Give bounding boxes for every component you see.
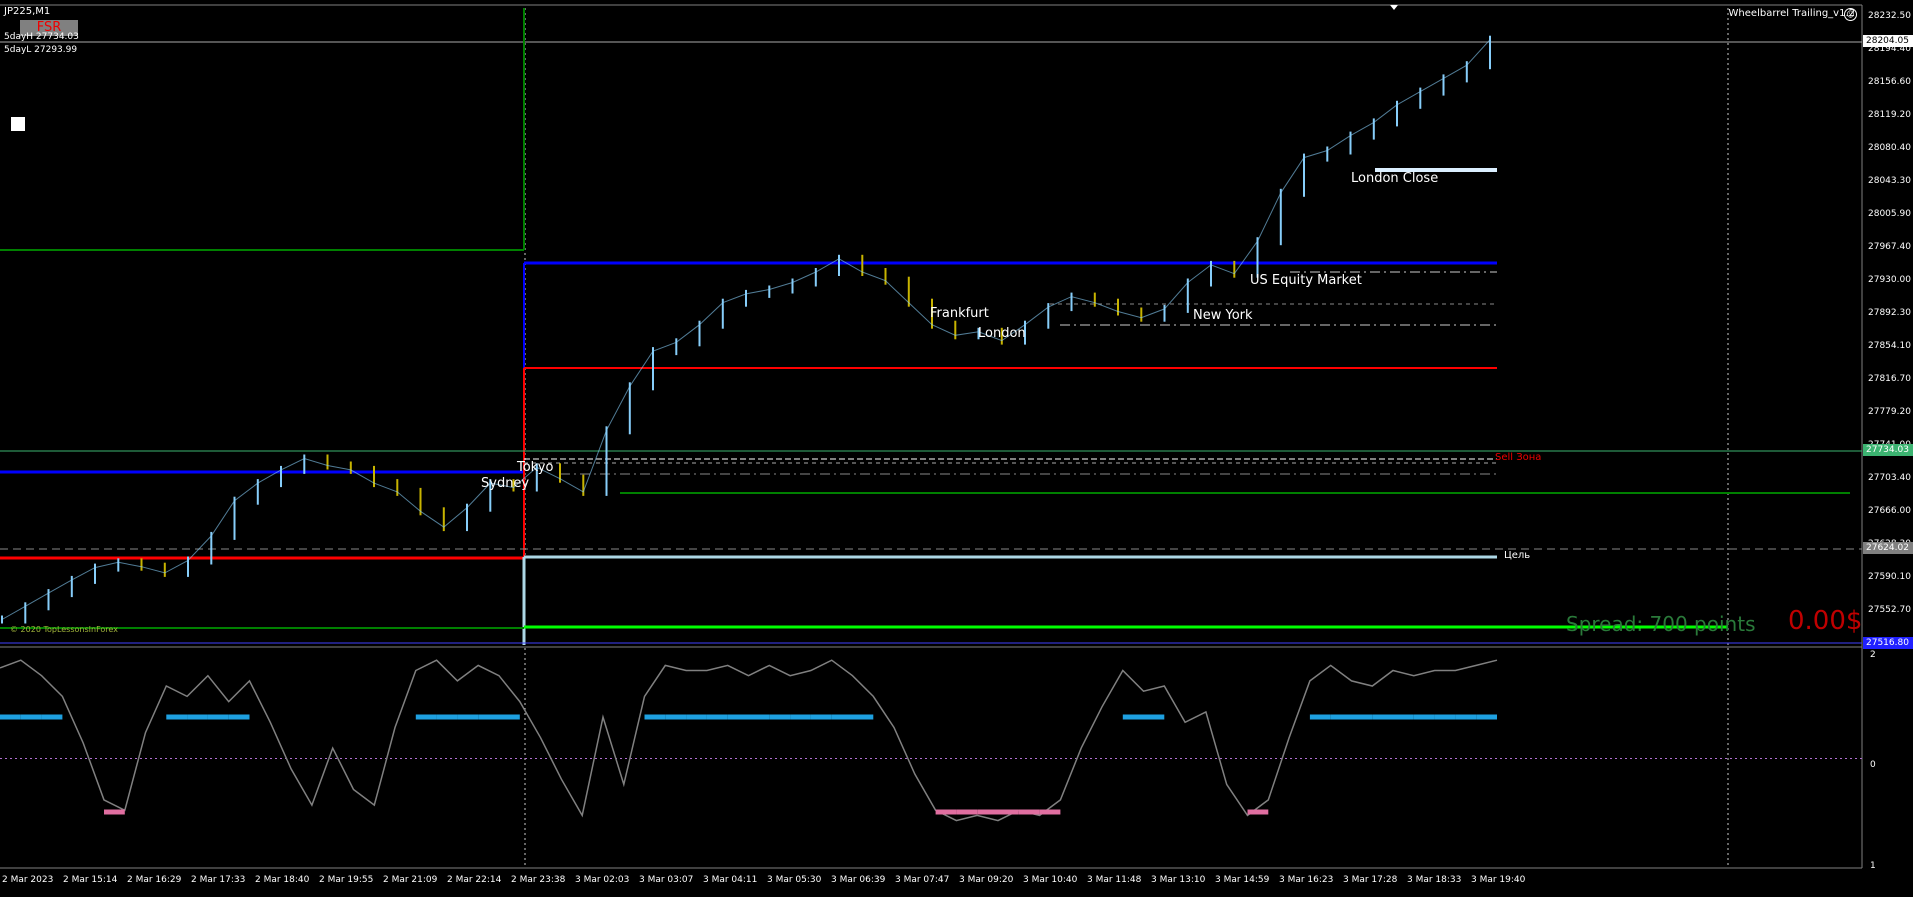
session-label-sydney: Sydney (481, 476, 530, 491)
time-tick: 3 Mar 02:03 (575, 875, 630, 885)
time-tick: 3 Mar 06:39 (831, 875, 886, 885)
session-label-tokyo: Tokyo (517, 460, 554, 475)
day-high-label: 5dayH 27734.03 (4, 32, 79, 42)
symbol-label: JP225,M1 (4, 6, 51, 17)
level-mid-badge: 27624.02 (1863, 542, 1913, 554)
expert-advisor-name: Wheelbarrel Trailing_v1.2 (1728, 8, 1855, 19)
sell-zone-label: Sell Зона (1495, 452, 1542, 463)
price-line (1, 39, 1491, 620)
session-label-frankfurt: Frankfurt (930, 306, 989, 321)
panel-checkbox[interactable] (11, 117, 25, 131)
time-tick: 2 Mar 15:14 (63, 875, 118, 885)
time-tick: 3 Mar 04:11 (703, 875, 758, 885)
time-tick: 3 Mar 07:47 (895, 875, 950, 885)
price-tick: 27892.30 (1868, 308, 1911, 318)
time-tick: 2 Mar 16:29 (127, 875, 182, 885)
session-label-us-equity: US Equity Market (1250, 273, 1362, 288)
price-tick: 28232.50 (1868, 11, 1911, 21)
target-label: Цель (1504, 550, 1531, 561)
current-price-badge: 28204.05 (1863, 35, 1913, 47)
price-tick: 28005.90 (1868, 209, 1911, 219)
day-low-label: 5dayL 27293.99 (4, 45, 78, 55)
indicator-line (0, 659, 1498, 822)
price-tick: 27552.70 (1868, 605, 1911, 615)
time-tick: 3 Mar 10:40 (1023, 875, 1078, 885)
time-tick: 3 Mar 17:28 (1343, 875, 1398, 885)
price-tick: 28119.20 (1868, 110, 1911, 120)
time-tick: 3 Mar 14:59 (1215, 875, 1270, 885)
time-tick: 3 Mar 19:40 (1471, 875, 1526, 885)
smiley-icon[interactable]: ☺ (1844, 8, 1857, 21)
session-label-london-close: London Close (1351, 171, 1439, 186)
price-tick: 27590.10 (1868, 572, 1911, 582)
indicator-tick: 1 (1870, 861, 1876, 871)
session-label-new-york: New York (1193, 308, 1253, 323)
time-tick: 3 Mar 11:48 (1087, 875, 1142, 885)
time-tick: 2 Mar 2023 (2, 875, 54, 885)
level-high-badge: 27734.03 (1863, 444, 1913, 456)
time-tick: 2 Mar 19:55 (319, 875, 374, 885)
time-tick: 2 Mar 21:09 (383, 875, 438, 885)
time-tick: 3 Mar 18:33 (1407, 875, 1462, 885)
price-tick: 28043.30 (1868, 176, 1911, 186)
price-tick: 27816.70 (1868, 374, 1911, 384)
shift-marker-icon (1390, 5, 1398, 10)
price-chart[interactable] (0, 0, 1913, 897)
price-tick: 27854.10 (1868, 341, 1911, 351)
price-tick: 27967.40 (1868, 242, 1911, 252)
session-label-london: London (978, 326, 1026, 341)
price-tick: 27930.00 (1868, 275, 1911, 285)
time-tick: 3 Mar 13:10 (1151, 875, 1206, 885)
time-tick: 3 Mar 03:07 (639, 875, 694, 885)
indicator-tick: 0 (1870, 760, 1876, 770)
price-tick: 27666.00 (1868, 506, 1911, 516)
time-tick: 2 Mar 18:40 (255, 875, 310, 885)
profit-text: 0.00$ (1788, 606, 1863, 636)
copyright-text: © 2020 TopLessonsInForex (10, 625, 118, 634)
price-tick: 28156.60 (1868, 77, 1911, 87)
time-tick: 3 Mar 09:20 (959, 875, 1014, 885)
price-tick: 28080.40 (1868, 143, 1911, 153)
time-tick: 3 Mar 16:23 (1279, 875, 1334, 885)
price-tick: 27703.40 (1868, 473, 1911, 483)
time-tick: 2 Mar 22:14 (447, 875, 502, 885)
level-low-badge: 27516.80 (1863, 637, 1913, 649)
price-tick: 27779.20 (1868, 407, 1911, 417)
time-tick: 3 Mar 05:30 (767, 875, 822, 885)
time-tick: 2 Mar 23:38 (511, 875, 566, 885)
time-tick: 2 Mar 17:33 (191, 875, 246, 885)
spread-text: Spread: 700 points (1566, 612, 1756, 636)
indicator-tick: 2 (1870, 650, 1876, 660)
